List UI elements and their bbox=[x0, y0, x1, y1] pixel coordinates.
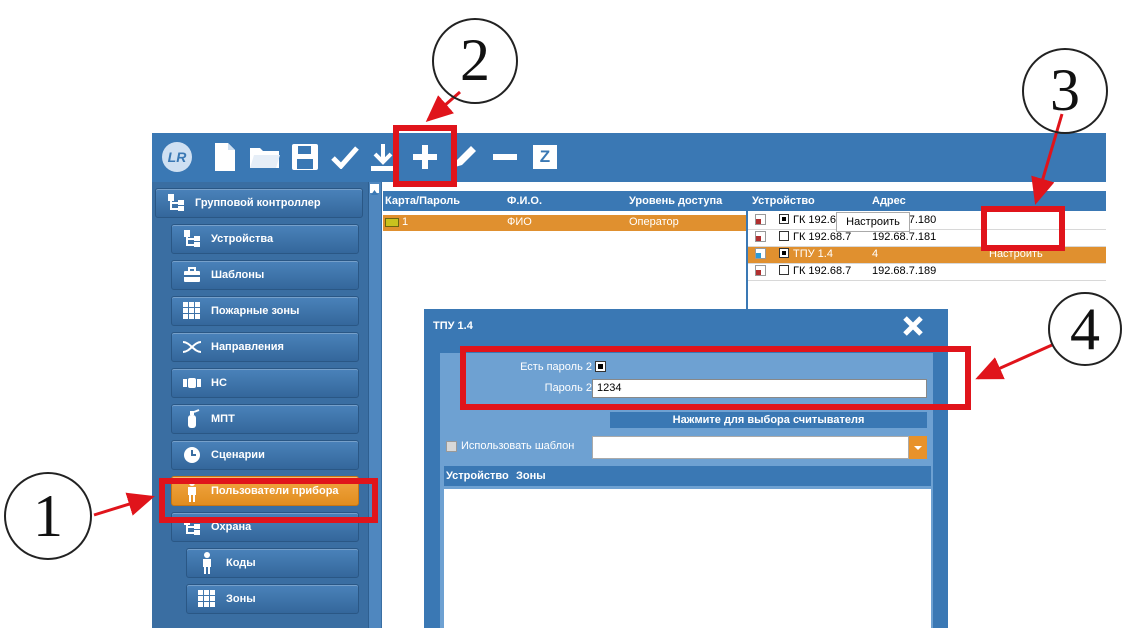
annotation-number-2: 2 bbox=[460, 27, 490, 93]
annotation-arrows bbox=[93, 90, 1064, 517]
annotation-number-1: 1 bbox=[33, 483, 63, 549]
annotation-number-4: 4 bbox=[1070, 296, 1100, 362]
arrow-4 bbox=[975, 343, 1053, 380]
arrow-1 bbox=[93, 492, 155, 517]
annotation-number-3: 3 bbox=[1050, 57, 1080, 123]
